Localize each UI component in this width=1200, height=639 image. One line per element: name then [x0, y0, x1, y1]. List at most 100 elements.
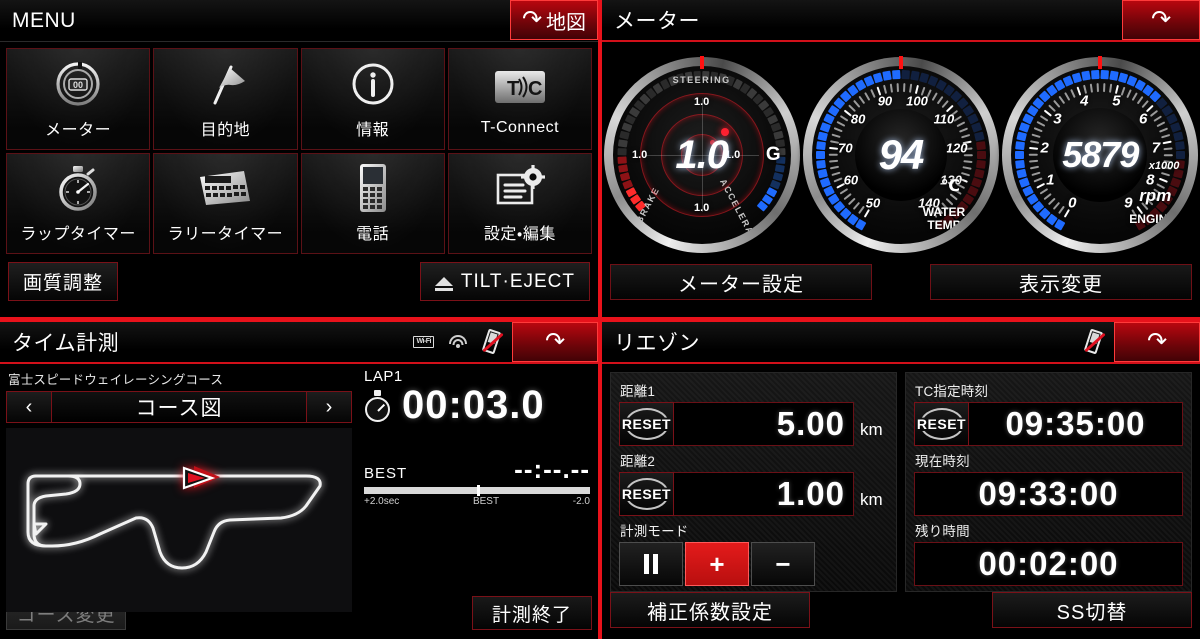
mode-minus-button[interactable]: − [751, 542, 815, 586]
time-title: タイム計測 [12, 332, 120, 355]
menu-item-phone[interactable]: 電話 [300, 152, 445, 254]
tc-time-value: 09:35:00 [1005, 405, 1146, 442]
picture-quality-label: 画質調整 [23, 273, 104, 294]
best-row: BEST --:--.-- [364, 454, 590, 485]
scale-right: -2.0 [572, 496, 590, 507]
menu-item-label: 設定・編集 [483, 226, 556, 244]
g-force-unit: G [765, 144, 781, 165]
phone-disconnected-icon [1083, 328, 1106, 355]
svg-text:C: C [528, 78, 542, 100]
distance1-value: 5.00 [776, 405, 845, 442]
menu-item-destination[interactable]: 目的地 [153, 48, 298, 150]
menu-item-label: ラリータイマー [167, 226, 284, 244]
best-delta-scale: +2.0sec BEST -2.0 [364, 496, 590, 507]
display-change-button[interactable]: 表示変更 [930, 264, 1192, 300]
time-back-button[interactable]: ↶ [512, 322, 598, 362]
menu-item-rally-timer[interactable]: ラリータイマー [153, 152, 298, 254]
gauge-top-marker [699, 56, 704, 69]
reset-label: RESET [621, 416, 672, 432]
stop-measurement-button[interactable]: 計測終了 [472, 596, 592, 630]
menu-panel: MENU ↶ 地図 00 メーター 目的地 情報 T C T-Connect ラ… [0, 0, 598, 317]
distance-card: 距離1 RESET 5.00 km 距離2 RESET 1.00 km 計測モー… [610, 372, 897, 592]
course-section: 富士スピードウェイレーシングコース ‹ コース図 › [0, 364, 358, 612]
current-time-row: 09:33:00 [914, 472, 1183, 516]
tc-time-reset-button[interactable]: RESET [914, 402, 969, 446]
tc-time-row: RESET 09:35:00 [914, 402, 1183, 446]
measure-mode-label: 計測モード [620, 524, 689, 539]
ss-switch-button[interactable]: SS切替 [992, 592, 1192, 628]
distance1-reset-button[interactable]: RESET [619, 402, 674, 446]
correction-factor-button[interactable]: 補正係数設定 [610, 592, 810, 628]
menu-item-label: 情報 [356, 121, 390, 139]
gauge-top-marker [898, 56, 903, 69]
course-view-label[interactable]: コース図 [51, 392, 307, 422]
meter-back-button[interactable]: ↶ [1122, 0, 1200, 40]
flag-icon [201, 58, 249, 110]
lap-section: LAP1 00:03.0 BEST --:--.-- +2.0sec BEST … [358, 364, 598, 596]
best-delta-bar [364, 485, 590, 496]
tach-caption: ENGINE [1129, 212, 1176, 226]
current-time-value: 09:33:00 [978, 475, 1119, 512]
menu-item-lap-timer[interactable]: ラップタイマー [6, 152, 151, 254]
menu-item-info[interactable]: 情報 [300, 48, 445, 150]
best-time-value: --:--.-- [514, 454, 590, 484]
next-view-button[interactable]: › [307, 392, 351, 422]
current-time-label: 現在時刻 [915, 454, 970, 469]
phone-icon [356, 162, 390, 214]
scale-left: +2.0sec [364, 496, 400, 507]
reset-label: RESET [621, 486, 672, 502]
svg-text:T: T [507, 78, 519, 100]
menu-item-tconnect[interactable]: T C T-Connect [447, 48, 592, 150]
course-name: 富士スピードウェイレーシングコース [8, 373, 224, 387]
time-header: タイム計測 Wi-Fi ↶ [0, 322, 598, 364]
svg-text:00: 00 [73, 80, 83, 90]
stopwatch-icon [55, 162, 101, 214]
mode-plus-button[interactable]: + [685, 542, 749, 586]
distance1-label: 距離1 [620, 384, 656, 399]
best-label: BEST [364, 465, 408, 482]
prev-view-button[interactable]: ‹ [7, 392, 51, 422]
meter-settings-button[interactable]: メーター設定 [610, 264, 872, 300]
info-icon [350, 58, 396, 110]
back-arrow-icon: ↶ [544, 328, 566, 355]
scale-center: BEST [472, 496, 500, 507]
water-temp-caption: WATER TEMP [922, 205, 966, 232]
gauge-g-force[interactable]: STEERING BRAKE ACCELERATOR 1.0 1.0 1.0 1… [603, 56, 800, 253]
tilt-eject-button[interactable]: TILT·EJECT [419, 262, 590, 301]
tconnect-icon: T C [492, 61, 548, 113]
measure-mode-buttons: + − [619, 542, 815, 586]
wifi-badge-icon: Wi-Fi [413, 336, 434, 348]
remaining-time-value: 00:02:00 [978, 545, 1119, 582]
picture-quality-button[interactable]: 画質調整 [8, 262, 119, 301]
current-time-value-box: 09:33:00 [914, 472, 1183, 516]
time-body: 富士スピードウェイレーシングコース ‹ コース図 › LAP1 00:03.0 … [0, 364, 598, 612]
remaining-time-label: 残り時間 [915, 524, 970, 539]
menu-item-label: 電話 [356, 226, 390, 244]
remaining-time-value-box: 00:02:00 [914, 542, 1183, 586]
map-button[interactable]: ↶ 地図 [510, 0, 598, 40]
g-force-value: 1.0 [675, 132, 729, 177]
menu-item-meter[interactable]: 00 メーター [6, 48, 151, 150]
gauge-top-marker [1098, 56, 1103, 69]
distance1-unit: km [860, 420, 883, 439]
liaison-panel: リエゾン ↶ 距離1 RESET 5.00 km 距離2 RESET 1.00 … [602, 322, 1200, 639]
gauge-tachometer[interactable]: 0123456789 5879 x1000 rpm ENGINE [1002, 56, 1199, 253]
tc-time-value-box: 09:35:00 [969, 402, 1183, 446]
distance2-reset-button[interactable]: RESET [619, 472, 674, 516]
meter-header: メーター ↶ [602, 0, 1200, 42]
infotainment-screen: MENU ↶ 地図 00 メーター 目的地 情報 T C T-Connect ラ… [0, 0, 1200, 639]
mode-pause-button[interactable] [619, 542, 683, 586]
tach-unit: rpm [1139, 186, 1172, 205]
meter-settings-label: メーター設定 [678, 273, 804, 296]
pause-icon [644, 554, 658, 574]
wifi-signal-icon [448, 334, 468, 350]
tach-value: 5879 [1062, 134, 1139, 175]
course-view-selector: ‹ コース図 › [6, 391, 352, 423]
liaison-back-button[interactable]: ↶ [1114, 322, 1200, 362]
course-map[interactable] [6, 428, 352, 612]
menu-item-settings[interactable]: 設定・編集 [447, 152, 592, 254]
gauge-water-temp[interactable]: 50 60 70 80 90 100 110 120 130 140 94 ℃ WATER TEM… [802, 56, 999, 253]
reset-label: RESET [916, 416, 967, 432]
water-temp-unit: ℃ [940, 178, 960, 195]
meter-panel: メーター ↶ STEERING BRAKE ACCELERATOR 1.0 1.… [602, 0, 1200, 317]
